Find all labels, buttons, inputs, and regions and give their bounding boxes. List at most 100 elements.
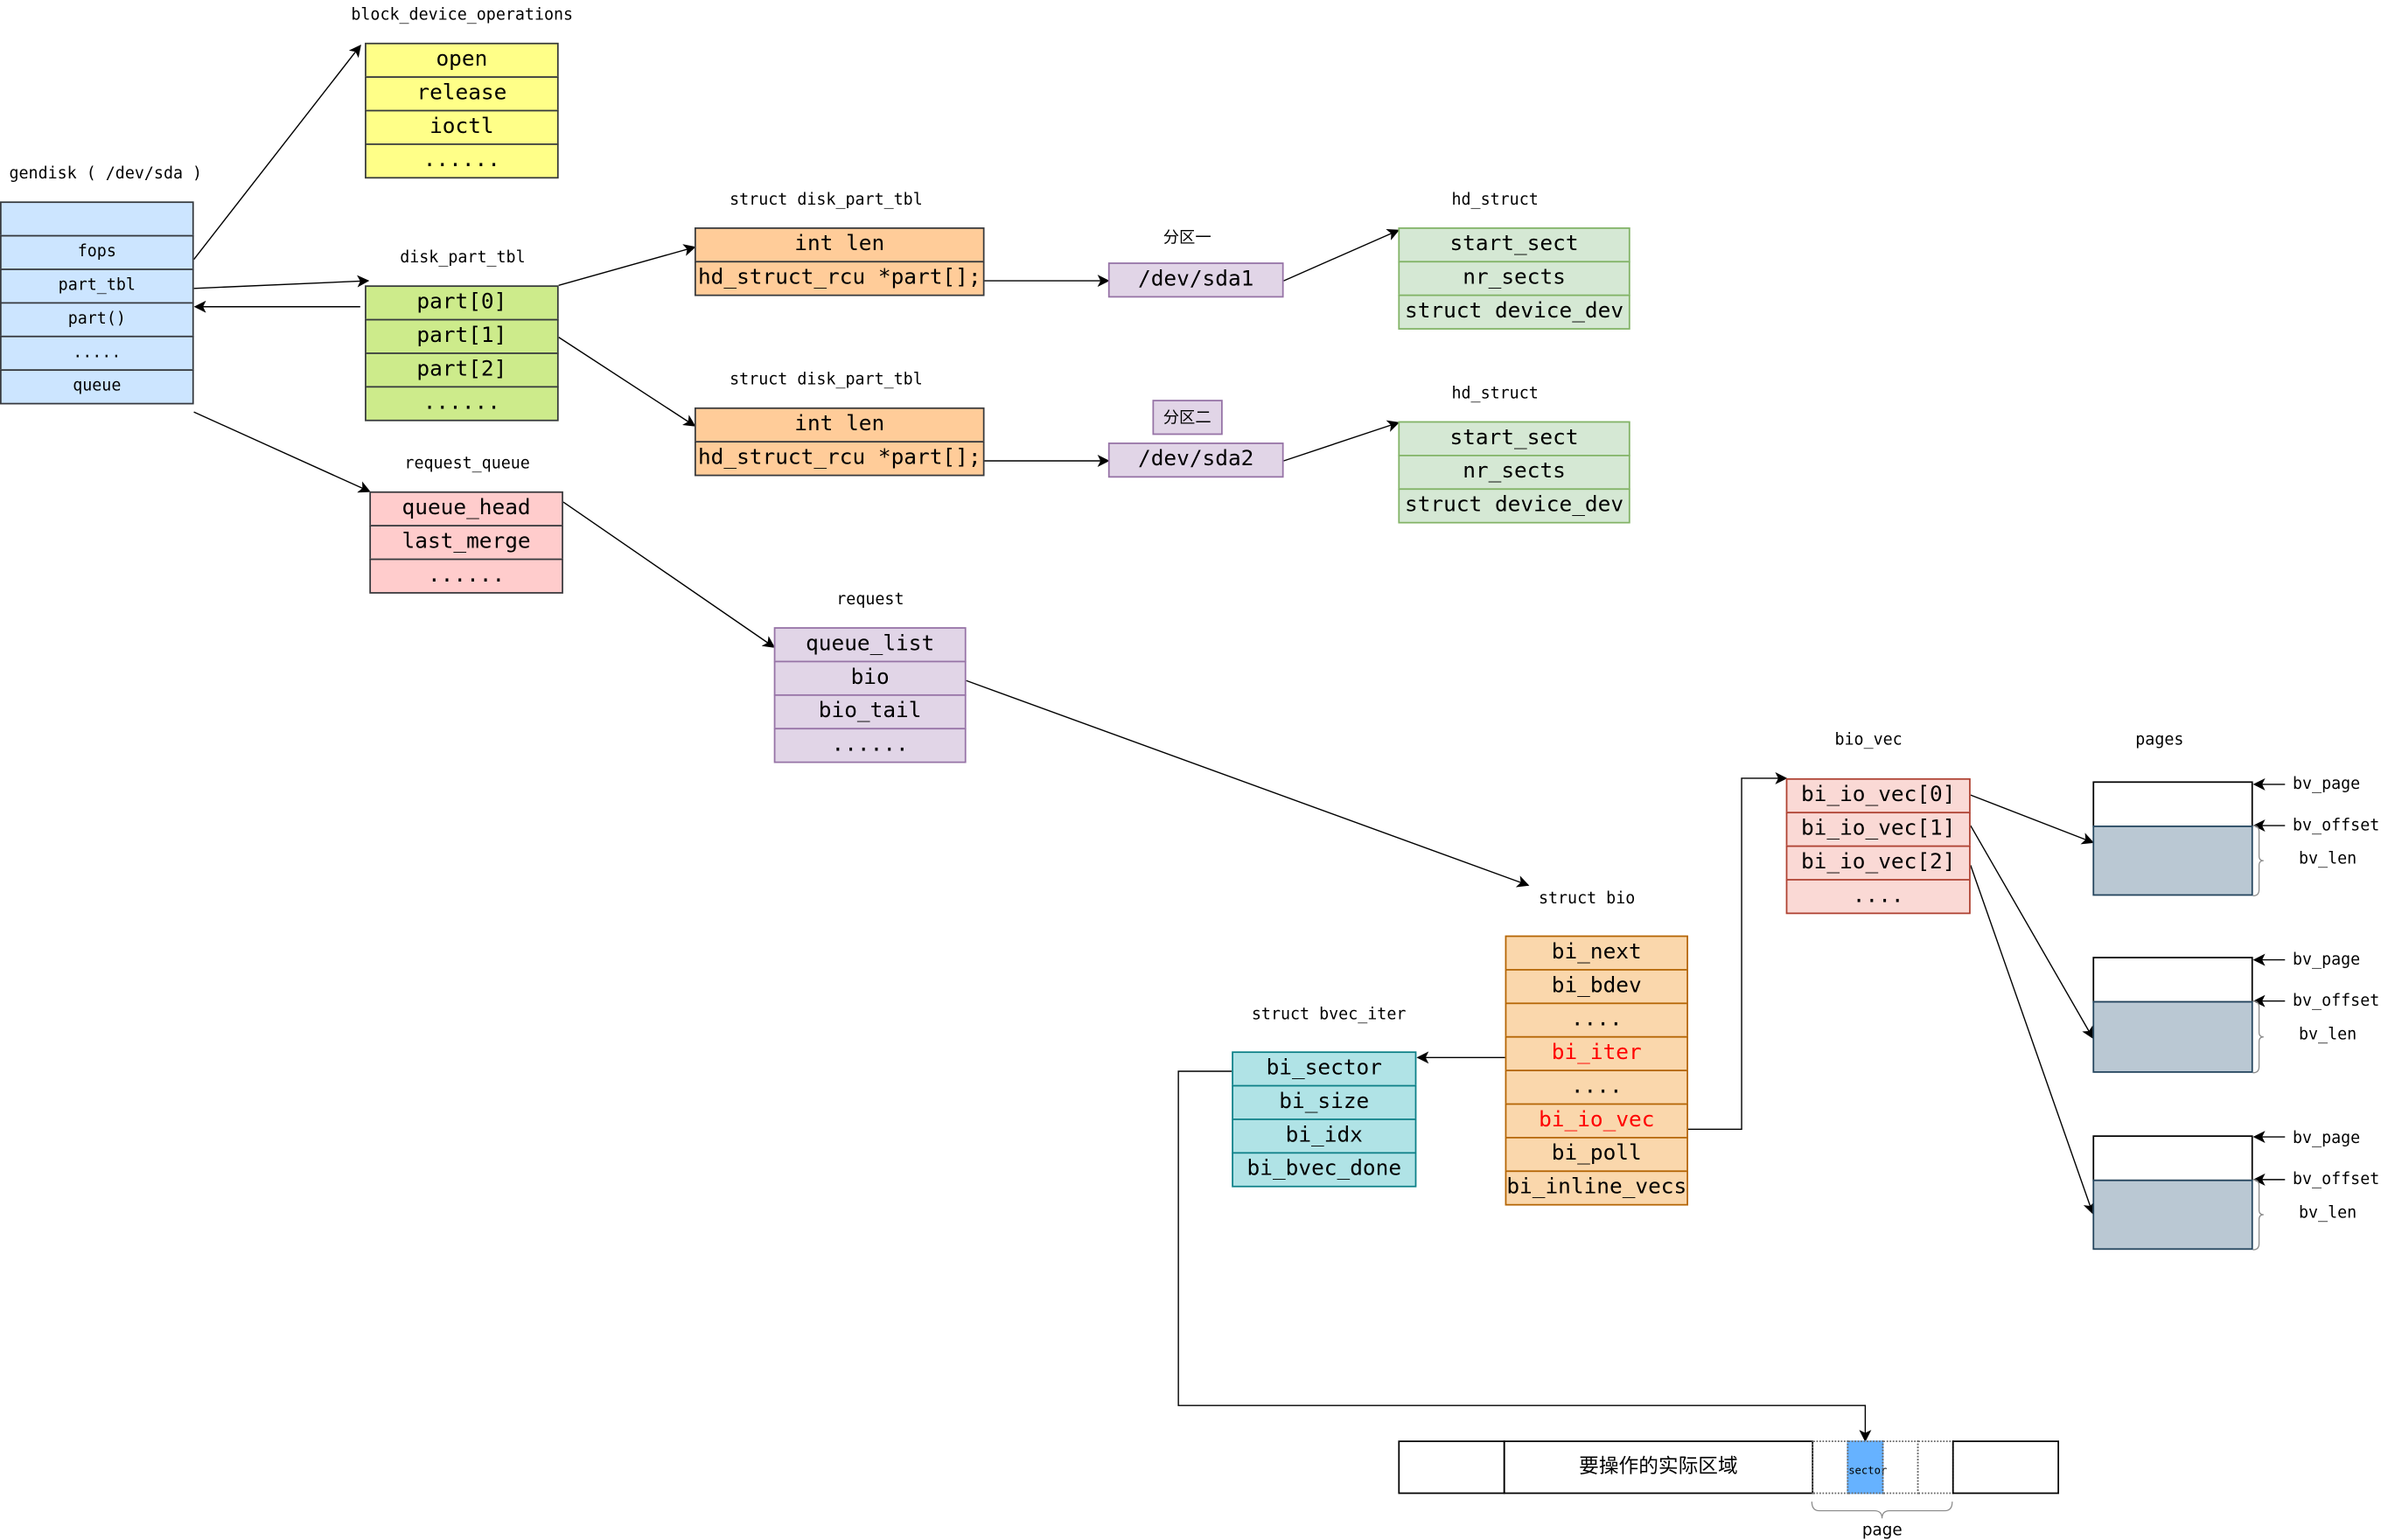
gendisk-field[interactable]: part_tbl	[0, 268, 194, 304]
bio-field[interactable]: bi_inline_vecs	[1505, 1170, 1688, 1206]
part0-arrow	[558, 244, 696, 286]
dpt-field[interactable]: part[1]	[365, 318, 559, 354]
part-tbl-arrow	[193, 275, 370, 289]
hd2-field[interactable]: nr_sects	[1398, 455, 1630, 491]
sdpt2-field[interactable]: hd_struct_rcu *part[];	[694, 441, 985, 477]
bio-title: struct bio	[1538, 889, 1636, 909]
iter-field[interactable]: bi_idx	[1232, 1118, 1417, 1154]
bio-field[interactable]: bi_iter	[1505, 1035, 1688, 1071]
bdops-field[interactable]: ......	[365, 143, 559, 179]
biovec-field[interactable]: ....	[1785, 879, 1971, 915]
iovec1-arrow	[1970, 825, 2094, 1040]
req-field[interactable]: ......	[773, 728, 967, 763]
sdpt1-struct: int len hd_struct_rcu *part[];	[694, 227, 985, 296]
gendisk-field[interactable]: part()	[0, 302, 194, 338]
hd1-title: hd_struct	[1451, 191, 1539, 210]
page-frame	[2092, 1135, 2253, 1181]
rq-field[interactable]: queue_head	[369, 491, 563, 527]
hd1-field[interactable]: struct device_dev	[1398, 294, 1630, 330]
bv-label: bv_offset	[2292, 992, 2380, 1011]
sdpt2-title: struct disk_part_tbl	[730, 371, 923, 389]
gendisk-field[interactable]: fops	[0, 234, 194, 270]
req-field[interactable]: queue_list	[773, 627, 967, 663]
dpt-title: disk_part_tbl	[400, 248, 526, 268]
diagram-canvas: gendisk ( /dev/sda ) fops part_tbl part()..…	[0, 0, 2381, 1540]
iter-field[interactable]: bi_sector	[1232, 1051, 1417, 1087]
queue-head-arrow	[562, 501, 776, 648]
bv-len-brace	[2252, 1179, 2264, 1251]
sda2-field[interactable]: /dev/sda2	[1107, 442, 1284, 478]
hd2-struct: start_sect nr_sects struct device_dev	[1398, 421, 1630, 524]
req-field[interactable]: bio	[773, 660, 967, 696]
biovec-field[interactable]: bi_io_vec[2]	[1785, 845, 1971, 881]
bdops-title: block_device_operations	[351, 5, 574, 24]
bdops-field[interactable]: open	[365, 42, 559, 78]
dpt-field[interactable]: part[2]	[365, 352, 559, 388]
bv-label: bv_page	[2292, 775, 2361, 794]
page-frame	[2092, 781, 2253, 827]
hd1-field[interactable]: start_sect	[1398, 227, 1630, 263]
gendisk-field[interactable]: queue	[0, 369, 194, 405]
bv-len-brace	[2252, 1000, 2264, 1074]
biovec-field[interactable]: bi_io_vec[1]	[1785, 812, 1971, 847]
bio-field[interactable]: bi_bdev	[1505, 969, 1688, 1005]
sdpt1-field[interactable]: hd_struct_rcu *part[];	[694, 261, 985, 296]
sda2-title: 分区二	[1152, 400, 1222, 436]
req-field[interactable]: bio_tail	[773, 693, 967, 730]
rq-field[interactable]: last_merge	[369, 525, 563, 561]
part1-arrow	[558, 337, 696, 427]
page-brace	[1811, 1502, 1953, 1519]
disk-block	[1917, 1440, 1954, 1495]
bio-field[interactable]: bi_io_vec	[1505, 1103, 1688, 1139]
sda1-struct: /dev/sda1	[1107, 262, 1284, 298]
sda1-title: 分区一	[1163, 228, 1211, 247]
rq-struct: queue_head last_merge......	[369, 491, 563, 594]
bv-label: bv_len	[2298, 849, 2357, 868]
page-data-region	[2092, 1179, 2253, 1251]
dpt-field[interactable]: ......	[365, 386, 559, 422]
bv-label: bv_len	[2298, 1025, 2357, 1044]
sda1-field[interactable]: /dev/sda1	[1107, 262, 1284, 298]
bdops-field[interactable]: ioctl	[365, 109, 559, 145]
bio-field[interactable]: bi_next	[1505, 935, 1688, 971]
sdpt2-field[interactable]: int len	[694, 407, 985, 443]
iter-field[interactable]: bi_bvec_done	[1232, 1152, 1417, 1188]
pages-title: pages	[2135, 730, 2184, 749]
target-region: 要操作的实际区域	[1503, 1440, 1814, 1495]
sdpt2-struct: int len hd_struct_rcu *part[];	[694, 407, 985, 477]
bio-field[interactable]: ....	[1505, 1070, 1688, 1105]
iter-struct: bi_sector bi_size bi_idx bi_bvec_done	[1232, 1051, 1417, 1188]
bv-label: bv_len	[2298, 1203, 2357, 1223]
disk-block	[1398, 1440, 1505, 1495]
sdpt1-field[interactable]: int len	[694, 227, 985, 263]
hd1-arrow	[1283, 229, 1400, 282]
dpt-field[interactable]: part[0]	[365, 285, 559, 321]
disk-block	[1952, 1440, 2060, 1495]
rq-title: request_queue	[404, 455, 530, 473]
hd2-field[interactable]: struct device_dev	[1398, 488, 1630, 524]
hd2-arrow	[1283, 420, 1400, 462]
bio-field[interactable]: bi_poll	[1505, 1137, 1688, 1173]
iter-title: struct bvec_iter	[1251, 1005, 1407, 1024]
bdops-struct: open release ioctl......	[365, 42, 559, 179]
sector-cell: sector	[1847, 1440, 1887, 1495]
hd1-field[interactable]: nr_sects	[1398, 261, 1630, 296]
bdops-field[interactable]: release	[365, 76, 559, 112]
gendisk-title: gendisk ( /dev/sda )	[9, 164, 203, 184]
dpt-struct: part[0] part[1] part[2]......	[365, 285, 559, 422]
page-data-region	[2092, 826, 2253, 896]
bv-label: bv_page	[2292, 1129, 2361, 1148]
iovec2-arrow	[1970, 865, 2095, 1215]
biovec-field[interactable]: bi_io_vec[0]	[1785, 777, 1971, 814]
page-frame	[2092, 957, 2253, 1003]
req-title: request	[836, 590, 904, 610]
bio-field[interactable]: ....	[1505, 1002, 1688, 1038]
hd2-field[interactable]: start_sect	[1398, 421, 1630, 456]
hd1-struct: start_sect nr_sects struct device_dev	[1398, 227, 1630, 330]
iter-field[interactable]: bi_size	[1232, 1084, 1417, 1120]
gendisk-field[interactable]	[0, 201, 194, 237]
rq-field[interactable]: ......	[369, 558, 563, 594]
gendisk-field[interactable]: .....	[0, 335, 194, 372]
biovec-title: bio_vec	[1834, 730, 1903, 749]
bv-label: bv_page	[2292, 951, 2361, 970]
